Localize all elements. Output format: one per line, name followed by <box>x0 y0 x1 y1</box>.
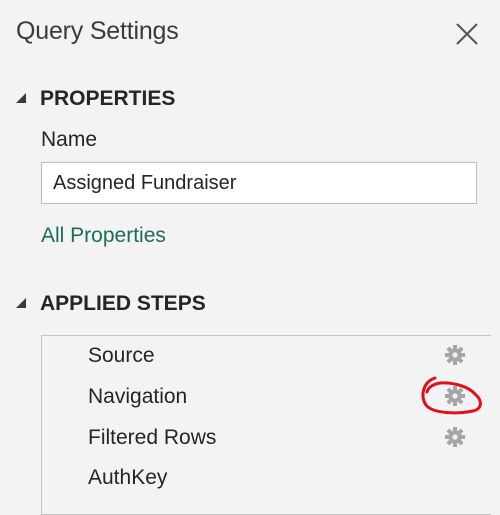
close-icon[interactable] <box>452 19 482 49</box>
gear-icon[interactable] <box>444 426 466 448</box>
step-navigation[interactable]: Navigation <box>46 377 496 417</box>
step-authkey[interactable]: AuthKey <box>46 458 496 498</box>
step-label: AuthKey <box>88 466 168 489</box>
query-name-input[interactable] <box>41 162 477 204</box>
panel-title: Query Settings <box>16 17 179 45</box>
applied-steps-header: APPLIED STEPS <box>40 292 206 315</box>
gear-icon[interactable] <box>444 385 466 407</box>
applied-steps-section-toggle[interactable]: APPLIED STEPS <box>14 292 206 316</box>
step-label: Filtered Rows <box>88 426 217 449</box>
step-source[interactable]: Source <box>46 336 496 376</box>
name-label: Name <box>41 128 98 151</box>
step-filtered-rows[interactable]: Filtered Rows <box>46 418 496 458</box>
collapse-triangle-icon <box>16 298 26 308</box>
step-label: Source <box>88 344 155 367</box>
collapse-triangle-icon <box>16 93 26 103</box>
all-properties-link[interactable]: All Properties <box>41 224 166 248</box>
properties-header: PROPERTIES <box>40 87 176 110</box>
step-label: Navigation <box>88 385 188 408</box>
properties-section-toggle[interactable]: PROPERTIES <box>14 87 175 111</box>
gear-icon[interactable] <box>444 344 466 366</box>
